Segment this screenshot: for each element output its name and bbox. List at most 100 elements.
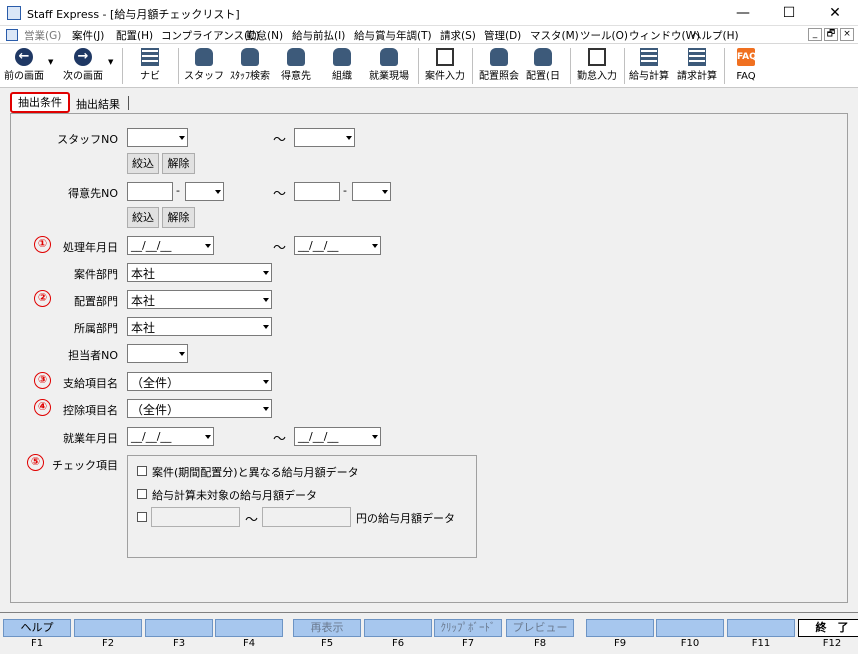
fkey-f11-button[interactable] [727, 619, 795, 637]
work-date-from[interactable]: __/__/__ [127, 427, 214, 446]
staff-no-label: スタッフNO [57, 133, 118, 146]
work-date-to[interactable]: __/__/__ [294, 427, 381, 446]
assign-day-button[interactable]: 配置(日 [522, 44, 564, 88]
check3-checkbox[interactable] [137, 512, 147, 522]
fkey-f6-button[interactable] [364, 619, 432, 637]
check-items-label: チェック項目 [52, 459, 118, 472]
tab-extract-conditions[interactable]: 抽出条件 [10, 92, 70, 113]
bill-calc-button[interactable]: 請求計算 [674, 44, 720, 88]
check1-label: 案件(期間配置分)と異なる給与月額データ [152, 466, 359, 479]
fkey-f8-button[interactable]: プレビュー [506, 619, 574, 637]
menu-help[interactable]: ヘルプ(H) [691, 28, 739, 43]
window-title: Staff Express - [給与月額チェックリスト] [27, 8, 240, 21]
fkey-f1-button[interactable]: ヘルプ [3, 619, 71, 637]
staff-button[interactable]: スタッフ [182, 44, 226, 88]
belong-dept-select[interactable]: 本社 [127, 317, 272, 336]
next-button[interactable]: → 次の画面 [60, 44, 106, 88]
menu-admin[interactable]: 管理(D) [484, 28, 521, 43]
menu-billing[interactable]: 請求(S) [440, 28, 476, 43]
menu-prepay[interactable]: 給与前払(I) [292, 28, 345, 43]
title-bar: Staff Express - [給与月額チェックリスト] — ☐ ✕ [0, 0, 858, 26]
menu-case[interactable]: 案件(J) [72, 28, 104, 43]
client-filter-button[interactable]: 絞込 [127, 207, 159, 228]
chevron-down-icon [372, 435, 378, 439]
client-button[interactable]: 得意先 [276, 44, 316, 88]
fkey-f4-button[interactable] [215, 619, 283, 637]
client-sub-to-select[interactable] [352, 182, 391, 201]
faq-button[interactable]: FAQ FAQ [726, 44, 766, 88]
fkey-f3-button[interactable] [145, 619, 213, 637]
site-icon [380, 48, 398, 66]
attendance-button[interactable]: 勤怠入力 [574, 44, 620, 88]
fkey-f11-label: F11 [751, 638, 771, 649]
work-date-label: 就業年月日 [63, 432, 118, 445]
check1-checkbox[interactable] [137, 466, 147, 476]
client-no-to-input[interactable] [294, 182, 340, 201]
amount-to-input[interactable] [262, 507, 351, 527]
mdi-minimize-button[interactable]: _ [808, 28, 822, 41]
chevron-down-icon[interactable]: ▼ [108, 58, 113, 66]
chevron-down-icon [382, 190, 388, 194]
navi-button[interactable]: ナビ [128, 44, 172, 88]
staff-no-from-select[interactable] [127, 128, 188, 147]
tab-divider [128, 96, 129, 110]
menu-master[interactable]: マスタ(M) [530, 28, 579, 43]
fkey-f5-button[interactable]: 再表示 [293, 619, 361, 637]
close-button[interactable]: ✕ [812, 0, 858, 26]
check2-checkbox[interactable] [137, 489, 147, 499]
staff-in-charge-label: 担当者NO [68, 349, 118, 362]
pay-calc-button[interactable]: 給与計算 [626, 44, 672, 88]
minimize-button[interactable]: — [720, 0, 766, 26]
toolbar-separator [570, 48, 571, 84]
menu-attendance[interactable]: 勤怠(N) [246, 28, 283, 43]
org-button[interactable]: 組織 [322, 44, 362, 88]
menu-assign[interactable]: 配置(H) [116, 28, 153, 43]
chevron-down-icon [205, 244, 211, 248]
doc-icon [6, 29, 18, 41]
staff-in-charge-select[interactable] [127, 344, 188, 363]
mdi-close-button[interactable]: × [840, 28, 854, 41]
assign-dept-select[interactable]: 本社 [127, 290, 272, 309]
dash: - [176, 184, 180, 197]
chevron-down-icon[interactable]: ▼ [48, 58, 53, 66]
back-button[interactable]: ← 前の画面 [2, 44, 46, 88]
mdi-restore-button[interactable]: 🗗 [824, 28, 838, 41]
fkey-f10-button[interactable] [656, 619, 724, 637]
fkey-f12-button[interactable]: 終 了 [798, 619, 858, 637]
proc-date-to[interactable]: __/__/__ [294, 236, 381, 255]
maximize-button[interactable]: ☐ [766, 0, 812, 26]
fkey-f2-button[interactable] [74, 619, 142, 637]
proc-date-from[interactable]: __/__/__ [127, 236, 214, 255]
menu-window[interactable]: ウィンドウ(W) [629, 28, 700, 43]
staff-filter-button[interactable]: 絞込 [127, 153, 159, 174]
client-clear-button[interactable]: 解除 [162, 207, 195, 228]
case-dept-select[interactable]: 本社 [127, 263, 272, 282]
deduct-item-select[interactable]: （全件） [127, 399, 272, 418]
amount-from-input[interactable] [151, 507, 240, 527]
client-sub-from-select[interactable] [185, 182, 224, 201]
chevron-down-icon [263, 271, 269, 275]
staff-search-button[interactable]: ｽﾀｯﾌ検索 [226, 44, 274, 88]
menu-compliance[interactable]: コンプライアンス(C) [161, 28, 260, 43]
menu-payroll[interactable]: 給与賞与年調(T) [354, 28, 432, 43]
menu-sales[interactable]: 営業(G) [24, 28, 61, 43]
toolbar-separator [122, 48, 123, 84]
staff-clear-button[interactable]: 解除 [162, 153, 195, 174]
assign-dept-label: 配置部門 [74, 295, 118, 308]
site-button[interactable]: 就業現場 [366, 44, 412, 88]
check3-label: 円の給与月額データ [356, 512, 455, 525]
building-icon [287, 48, 305, 66]
toolbar-separator [178, 48, 179, 84]
arrow-right-icon: → [74, 48, 92, 66]
fkey-f9-button[interactable] [586, 619, 654, 637]
staff-no-to-select[interactable] [294, 128, 355, 147]
tab-extract-results[interactable]: 抽出結果 [76, 96, 120, 112]
assign-view-button[interactable]: 配置照会 [476, 44, 522, 88]
menu-tools[interactable]: ツール(O) [580, 28, 628, 43]
fkey-f4-label: F4 [242, 638, 256, 649]
pay-item-select[interactable]: （全件） [127, 372, 272, 391]
fkey-f7-button[interactable]: ｸﾘｯﾌﾟﾎﾞｰﾄﾞ [434, 619, 502, 637]
fkey-f10-label: F10 [680, 638, 700, 649]
case-input-button[interactable]: 案件入力 [422, 44, 468, 88]
client-no-from-input[interactable] [127, 182, 173, 201]
